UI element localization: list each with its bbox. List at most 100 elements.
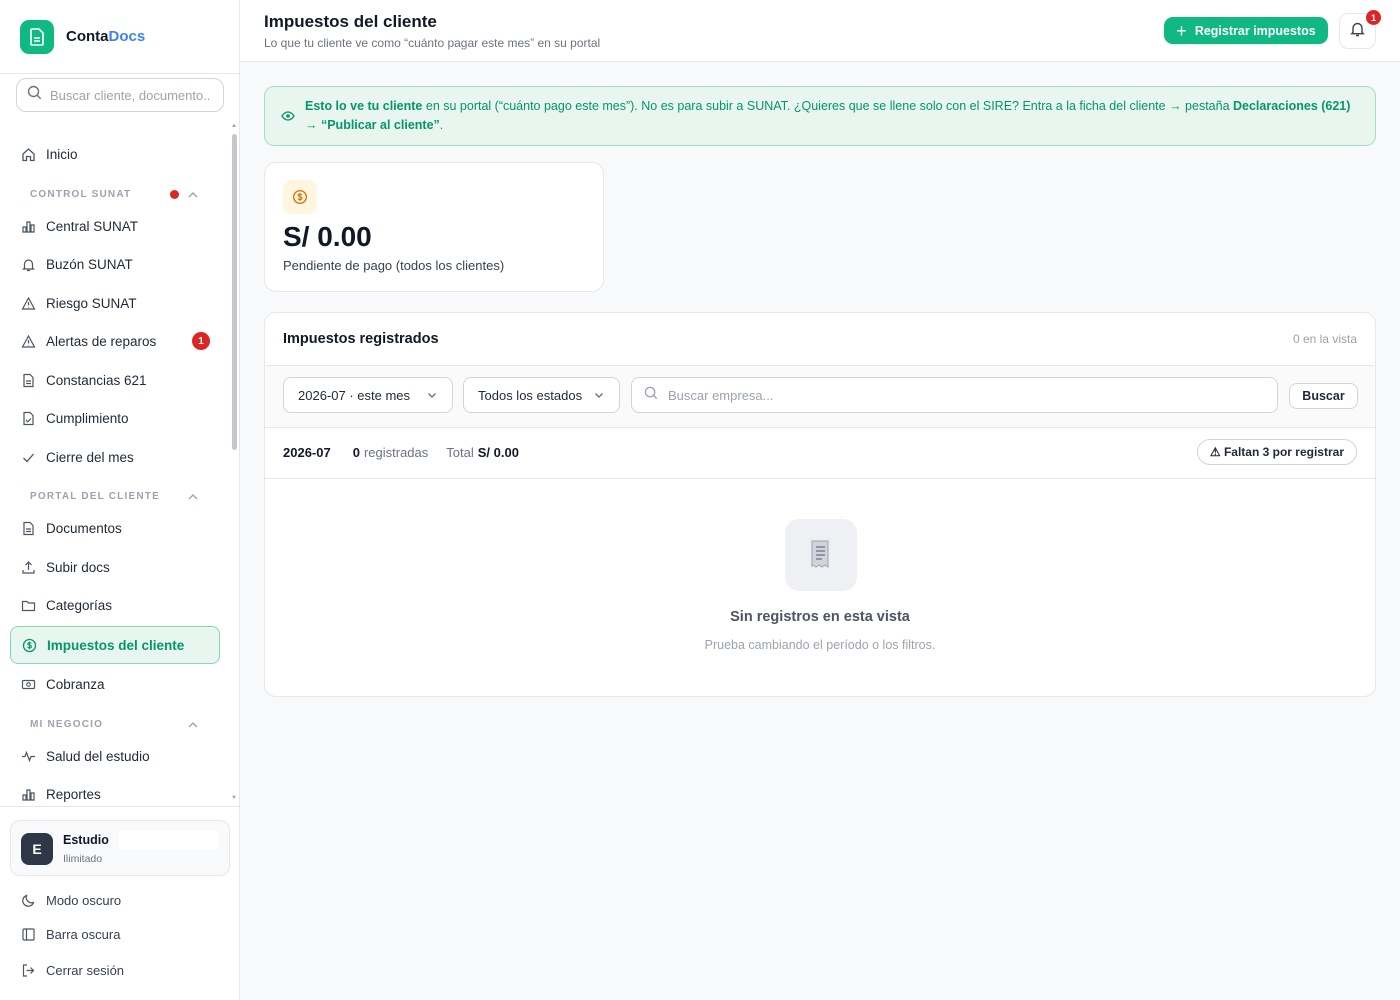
missing-records-button[interactable]: ⚠ Faltan 3 por registrar bbox=[1196, 439, 1357, 465]
sidebar-item-inicio[interactable]: Inicio bbox=[10, 136, 220, 172]
logout-button[interactable]: Cerrar sesión bbox=[20, 960, 124, 980]
sidebar-item-label: Central SUNAT bbox=[46, 218, 139, 234]
receipt-icon bbox=[785, 519, 857, 591]
info-banner: Esto lo ve tu cliente en su portal (“cuá… bbox=[264, 86, 1376, 146]
logout-icon bbox=[20, 962, 36, 978]
activity-icon bbox=[20, 748, 36, 764]
sidebar-item-alertas-reparos[interactable]: Alertas de reparos 1 bbox=[10, 323, 220, 359]
summary-count-label: registradas bbox=[363, 445, 429, 460]
warning-icon bbox=[20, 333, 36, 349]
page-subtitle: Lo que tu cliente ve como “cuánto pagar … bbox=[264, 36, 601, 50]
sidebar-scrollbar[interactable] bbox=[232, 134, 237, 450]
sidebar-search[interactable] bbox=[16, 78, 224, 112]
sidebar-item-label: Cumplimiento bbox=[46, 410, 129, 426]
company-search-input[interactable] bbox=[668, 387, 1248, 403]
chevron-up-icon[interactable] bbox=[187, 718, 199, 730]
sidebar-item-label: Subir docs bbox=[46, 559, 110, 575]
sidebar-item-label: Reportes bbox=[46, 786, 101, 802]
brand-name: ContaDocs bbox=[66, 28, 146, 45]
section-control-sunat: CONTROL SUNAT bbox=[30, 189, 132, 200]
sidebar-item-reportes[interactable]: Reportes bbox=[10, 776, 220, 806]
warning-icon bbox=[20, 295, 36, 311]
divider bbox=[265, 427, 1375, 428]
sidebar-item-documentos[interactable]: Documentos bbox=[10, 510, 220, 546]
sidebar-item-label: Cobranza bbox=[46, 676, 105, 692]
search-icon bbox=[644, 386, 658, 405]
period-select-value: 2026-07 · este mes bbox=[298, 387, 411, 403]
studio-name: Estudio bbox=[63, 833, 109, 847]
sidebar-item-label: Inicio bbox=[46, 146, 78, 162]
section-mi-negocio: MI NEGOCIO bbox=[30, 719, 104, 730]
chevron-up-icon[interactable] bbox=[187, 490, 199, 502]
dark-sidebar-label: Barra oscura bbox=[46, 926, 121, 942]
plus-icon: + bbox=[1176, 20, 1187, 41]
sidebar-panel-icon bbox=[20, 926, 36, 942]
taxes-panel: Impuestos registrados 0 en la vista 2026… bbox=[264, 312, 1376, 697]
file-icon bbox=[20, 520, 36, 536]
view-count: 0 en la vista bbox=[1292, 332, 1357, 346]
sidebar-item-label: Categorías bbox=[46, 597, 113, 613]
upload-icon bbox=[20, 559, 36, 575]
sidebar-item-cumplimiento[interactable]: Cumplimiento bbox=[10, 400, 220, 436]
register-taxes-button[interactable]: + Registrar impuestos bbox=[1164, 17, 1328, 44]
sidebar-nav: Inicio CONTROL SUNAT Central SUNAT Buzón… bbox=[0, 130, 232, 806]
sidebar-item-label: Documentos bbox=[46, 520, 122, 536]
banknote-icon bbox=[20, 676, 36, 692]
status-select[interactable]: Todos los estados bbox=[463, 377, 620, 413]
folder-icon bbox=[20, 597, 36, 613]
document-logo-icon bbox=[20, 19, 54, 54]
pending-payment-card: S/ 0.00 Pendiente de pago (todos los cli… bbox=[264, 162, 604, 292]
dollar-coin-icon bbox=[283, 180, 317, 214]
sidebar-item-categorias[interactable]: Categorías bbox=[10, 587, 220, 623]
sidebar-item-cobranza[interactable]: Cobranza bbox=[10, 666, 220, 702]
dark-sidebar-toggle[interactable]: Barra oscura bbox=[20, 924, 120, 944]
sidebar-item-buzon-sunat[interactable]: Buzón SUNAT bbox=[10, 246, 220, 282]
check-icon bbox=[20, 449, 36, 465]
alert-count-badge: 1 bbox=[192, 332, 210, 350]
chevron-down-icon bbox=[593, 389, 605, 404]
search-button[interactable]: Buscar bbox=[1289, 383, 1358, 409]
divider bbox=[265, 478, 1375, 479]
pending-amount: S/ 0.00 bbox=[283, 221, 372, 252]
summary-period: 2026-07 bbox=[283, 445, 331, 460]
sidebar-item-label: Cierre del mes bbox=[46, 449, 134, 465]
filter-bar: 2026-07 · este mes Todos los estados Bus… bbox=[265, 366, 1375, 427]
period-select[interactable]: 2026-07 · este mes bbox=[283, 377, 453, 413]
scroll-up-arrow[interactable]: ▲ bbox=[231, 123, 237, 129]
company-search[interactable] bbox=[631, 377, 1278, 413]
file-icon bbox=[20, 372, 36, 388]
studio-plan: Ilimitado bbox=[63, 853, 103, 865]
sidebar-item-label: Buzón SUNAT bbox=[46, 256, 133, 272]
page-title: Impuestos del cliente bbox=[264, 12, 437, 31]
sidebar-item-riesgo-sunat[interactable]: Riesgo SUNAT bbox=[10, 285, 220, 321]
studio-account-card[interactable]: E Estudio Ilimitado bbox=[10, 820, 230, 876]
status-select-value: Todos los estados bbox=[478, 387, 583, 403]
file-check-icon bbox=[20, 410, 36, 426]
sidebar-item-cierre-mes[interactable]: Cierre del mes bbox=[10, 439, 220, 475]
empty-state-title: Sin registros en esta vista bbox=[730, 609, 910, 625]
dark-mode-toggle[interactable]: Modo oscuro bbox=[20, 890, 121, 910]
bar-chart-icon bbox=[20, 786, 36, 802]
alert-dot bbox=[170, 190, 179, 199]
chevron-up-icon[interactable] bbox=[187, 188, 199, 200]
summary-count: 0 bbox=[352, 445, 360, 460]
sidebar-item-central-sunat[interactable]: Central SUNAT bbox=[10, 208, 220, 244]
period-summary: 2026-07 0 registradas Total S/ 0.00 bbox=[283, 445, 519, 460]
sidebar-item-impuestos-cliente[interactable]: Impuestos del cliente bbox=[10, 626, 220, 664]
sidebar-item-constancias[interactable]: Constancias 621 bbox=[10, 362, 220, 398]
sidebar-item-subir-docs[interactable]: Subir docs bbox=[10, 549, 220, 585]
notification-count-badge: 1 bbox=[1366, 10, 1381, 25]
brand[interactable]: ContaDocs bbox=[0, 0, 239, 74]
sidebar-item-salud-estudio[interactable]: Salud del estudio bbox=[10, 738, 220, 774]
notifications-button[interactable]: 1 bbox=[1339, 10, 1381, 49]
bell-icon bbox=[20, 256, 36, 272]
top-header: Impuestos del cliente Lo que tu cliente … bbox=[240, 0, 1400, 62]
section-portal-cliente: PORTAL DEL CLIENTE bbox=[30, 491, 160, 502]
sidebar: ContaDocs ▲ ▼ Inicio CONTROL SUNAT Centr… bbox=[0, 0, 240, 1000]
moon-icon bbox=[20, 892, 36, 908]
summary-total-value: S/ 0.00 bbox=[477, 445, 519, 460]
sidebar-item-label: Salud del estudio bbox=[46, 748, 150, 764]
eye-icon bbox=[281, 109, 295, 128]
sidebar-search-input[interactable] bbox=[50, 87, 210, 103]
bar-chart-icon bbox=[20, 218, 36, 234]
